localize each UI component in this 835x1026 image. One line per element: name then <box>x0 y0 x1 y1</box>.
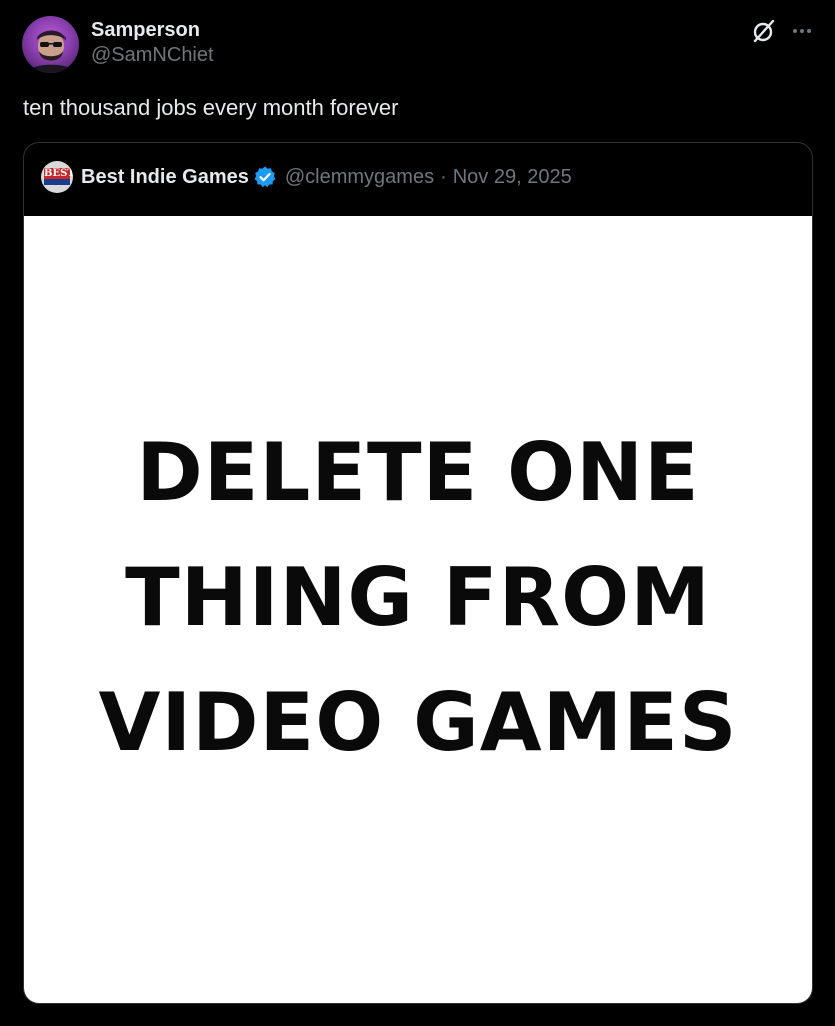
image-line-3: VIDEO GAMES <box>98 676 738 769</box>
author-handle[interactable]: @SamNChiet <box>91 42 214 68</box>
quoted-avatar: BEST <box>41 161 73 193</box>
quoted-avatar-logo-band <box>44 179 70 185</box>
image-line-1: DELETE ONE <box>136 426 700 519</box>
image-line-2: THING FROM <box>125 551 711 644</box>
author-display-name[interactable]: Samperson <box>91 18 214 42</box>
quoted-post-image[interactable]: DELETE ONE THING FROM VIDEO GAMES <box>24 216 812 1003</box>
quoted-handle: @clemmygames <box>284 165 435 188</box>
quoted-post-header: BEST Best Indie Games @clemmygames · Nov… <box>41 161 572 193</box>
avatar-portrait-icon <box>26 30 76 73</box>
image-caption: DELETE ONE THING FROM VIDEO GAMES <box>98 410 737 785</box>
avatar[interactable] <box>22 16 79 73</box>
separator-dot: · <box>440 165 447 188</box>
more-options-icon[interactable] <box>791 20 813 42</box>
grok-icon[interactable] <box>751 18 777 44</box>
quoted-post-date: Nov 29, 2025 <box>452 165 572 188</box>
author-info: Samperson @SamNChiet <box>91 18 214 68</box>
header-actions <box>751 16 813 46</box>
post-header: Samperson @SamNChiet <box>22 16 813 74</box>
quoted-post-card[interactable]: BEST Best Indie Games @clemmygames · Nov… <box>23 142 813 1004</box>
quoted-display-name: Best Indie Games <box>81 165 249 188</box>
verified-badge-icon <box>253 165 277 189</box>
quoted-avatar-logo-text: BEST <box>44 168 73 179</box>
post-text: ten thousand jobs every month forever <box>23 95 399 120</box>
